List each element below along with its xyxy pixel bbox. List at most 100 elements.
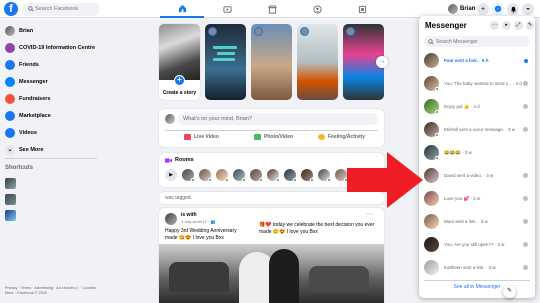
contact-avatar	[424, 237, 439, 252]
conversation-preview: Paul sent a link. · 6 h	[444, 57, 489, 63]
bell-icon	[510, 6, 516, 13]
sidebar-item-messenger[interactable]: Messenger	[0, 73, 100, 90]
seen-indicator	[523, 173, 528, 178]
marketplace-icon	[5, 110, 15, 121]
live-video-icon	[184, 134, 191, 140]
photo-car-left	[169, 262, 229, 292]
video-camera-icon: ▶	[169, 172, 173, 178]
seen-indicator	[523, 196, 528, 201]
contact-avatar[interactable]	[199, 169, 212, 182]
online-indicator	[310, 178, 314, 182]
online-indicator	[435, 87, 439, 91]
messenger-button[interactable]	[492, 3, 504, 15]
profile-chip[interactable]: Brian	[447, 3, 479, 15]
contact-avatar	[424, 76, 439, 91]
create-button[interactable]: +	[477, 3, 489, 15]
sidebar-item-friends[interactable]: Friends	[0, 56, 100, 73]
composer-input[interactable]: What's on your mind, Brian?	[178, 113, 378, 125]
contact-avatar[interactable]	[233, 169, 246, 182]
messenger-options-button[interactable]: ···	[490, 21, 499, 30]
messenger-search[interactable]	[424, 36, 530, 47]
conversation-preview: You: The baby wanted to send y... · 4 d	[444, 80, 522, 86]
story-avatar	[254, 27, 263, 36]
tab-groups[interactable]	[295, 0, 339, 18]
story-card[interactable]	[205, 24, 246, 100]
photo-video-button[interactable]: Photo/Video	[254, 134, 293, 140]
sidebar-item-label: Messenger	[19, 78, 48, 85]
sidebar-item-covid[interactable]: COVID-19 Information Centre	[0, 39, 100, 56]
stories-next-button[interactable]: →	[376, 56, 388, 68]
seen-indicator	[523, 81, 528, 86]
tab-watch[interactable]	[205, 0, 249, 18]
contact-avatar[interactable]	[182, 169, 195, 182]
online-indicator	[435, 110, 439, 114]
sidebar-item-label: COVID-19 Information Centre	[19, 44, 96, 51]
sidebar-item-label: Brian	[19, 27, 34, 34]
conversation-row[interactable]: Mum sent a link. · 3 w	[422, 211, 532, 233]
search-input[interactable]	[34, 2, 98, 16]
create-story-card[interactable]: + Create a story	[159, 24, 200, 100]
footer-links[interactable]: Privacy · Terms · Advertising · Ad choic…	[5, 286, 100, 296]
tab-home[interactable]	[160, 0, 204, 18]
avatar	[165, 114, 175, 124]
search-box[interactable]	[22, 2, 100, 16]
live-video-button[interactable]: Live Video	[184, 134, 219, 140]
contact-avatar[interactable]	[267, 169, 280, 182]
conversation-row[interactable]: Michell sent a voice message. · 3 w	[422, 119, 532, 141]
create-room-button[interactable]: ▶	[165, 169, 177, 181]
friends-icon	[5, 59, 15, 70]
conversation-row[interactable]: David sent a video. · 3 w	[422, 165, 532, 187]
tab-gaming[interactable]	[340, 0, 384, 18]
conversation-row[interactable]: You: The baby wanted to send y... · 4 d	[422, 73, 532, 95]
shortcut-3[interactable]	[5, 210, 16, 221]
conversation-row[interactable]: Enjoy pal 👍 · 4 d	[422, 96, 532, 118]
stories-tray: + Create a story	[159, 24, 384, 100]
messenger-rooms-button[interactable]: ▸	[502, 21, 511, 30]
facebook-logo[interactable]: f	[4, 2, 18, 16]
conversation-row[interactable]: You: Are you still open?? · 3 w	[422, 234, 532, 256]
notifications-button[interactable]	[507, 3, 519, 15]
account-menu-button[interactable]	[522, 3, 534, 15]
new-message-floating-button[interactable]: ✎	[503, 285, 516, 298]
conversation-row[interactable]: Kathleen sent a link. · 3 w	[422, 257, 532, 279]
post-photo[interactable]	[159, 244, 384, 303]
avatar[interactable]	[165, 213, 177, 225]
feeling-activity-button[interactable]: Feeling/Activity	[318, 134, 365, 140]
contact-avatar[interactable]	[250, 169, 263, 182]
post-author[interactable]: is with	[181, 212, 197, 218]
contact-avatar[interactable]	[216, 169, 229, 182]
sidebar-item-label: Fundraisers	[19, 95, 51, 102]
post-timestamp[interactable]: 1 July at 08:17 · 👥	[181, 219, 216, 224]
avatar	[448, 4, 458, 14]
contact-avatar[interactable]	[284, 169, 297, 182]
sidebar-item-marketplace[interactable]: Marketplace	[0, 107, 100, 124]
contact-avatar[interactable]	[301, 169, 314, 182]
messenger-panel: Messenger ··· ▸ ⤢ ✎ Paul sent a link. · …	[419, 16, 535, 298]
contact-avatar[interactable]	[318, 169, 331, 182]
story-card[interactable]	[251, 24, 292, 100]
new-message-button[interactable]: ✎	[526, 21, 534, 30]
sidebar-item-label: Videos	[19, 129, 37, 136]
messenger-icon	[494, 5, 502, 13]
post-options-button[interactable]: ···	[366, 211, 373, 218]
conversation-row[interactable]: 😂😂😂 · 3 w	[422, 142, 532, 164]
conversation-row[interactable]: Love you 💕 · 3 w	[422, 188, 532, 210]
sidebar-item-see-more[interactable]: ⌄ See More	[0, 141, 100, 158]
shortcut-2[interactable]	[5, 194, 16, 205]
see-all-messenger-link[interactable]: See all in Messenger	[419, 284, 535, 290]
sidebar-item-fundraisers[interactable]: Fundraisers	[0, 90, 100, 107]
story-card[interactable]	[297, 24, 338, 100]
messenger-search-input[interactable]	[436, 36, 526, 47]
conversation-preview: Love you 💕 · 3 w	[444, 195, 481, 201]
photo-car-right	[309, 266, 369, 292]
messenger-fullscreen-button[interactable]: ⤢	[514, 21, 523, 30]
avatar	[5, 25, 15, 36]
tab-marketplace[interactable]	[250, 0, 294, 18]
sidebar-item-videos[interactable]: Videos	[0, 124, 100, 141]
watch-icon	[222, 5, 232, 13]
plus-icon: +	[480, 5, 486, 13]
conversation-row[interactable]: Paul sent a link. · 6 h	[422, 50, 532, 72]
shortcut-1[interactable]	[5, 178, 16, 189]
sidebar-item-profile[interactable]: Brian	[0, 22, 100, 39]
plus-icon: +	[174, 75, 185, 86]
